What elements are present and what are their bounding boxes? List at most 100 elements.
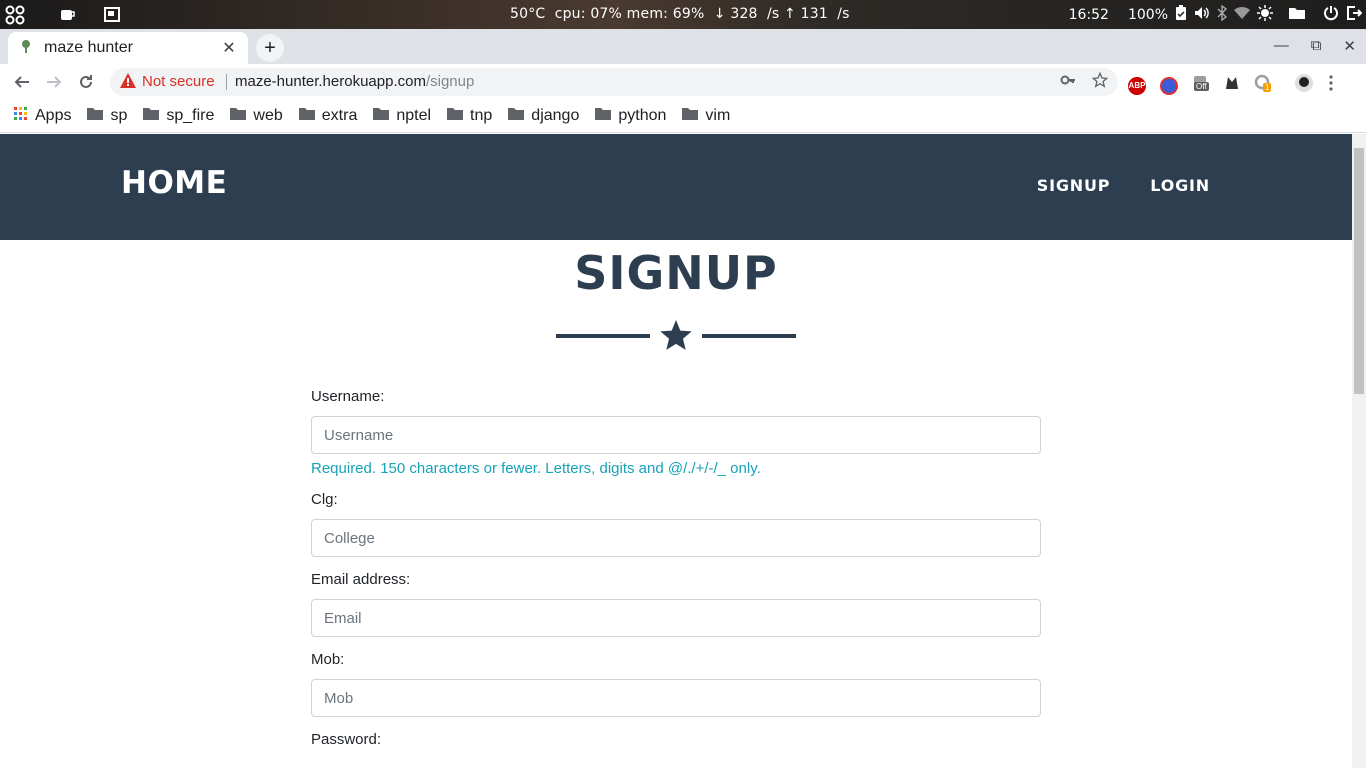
star-divider: [556, 320, 796, 350]
bookmark-folder-vim[interactable]: vim: [682, 107, 730, 125]
power-icon[interactable]: [1323, 5, 1339, 25]
system-stats: 50°C cpu: 07% mem: 69% ↓ 328 /s ↑ 131 /s: [510, 6, 850, 22]
extensions-area: ABP Off 1: [1128, 73, 1334, 98]
screen-window-icon[interactable]: [104, 7, 120, 26]
back-button[interactable]: [10, 70, 34, 94]
username-help-text: Required. 150 characters or fewer. Lette…: [311, 460, 761, 477]
browser-tabstrip: maze hunter ✕ + — ⧉ ✕: [0, 29, 1366, 64]
signup-form: Username: Required. 150 characters or fe…: [311, 388, 1041, 762]
profile-avatar-icon[interactable]: [1294, 73, 1314, 98]
bookmark-label: nptel: [396, 107, 432, 124]
page-title: SIGNUP: [574, 246, 778, 300]
bookmark-label: sp: [110, 107, 128, 124]
battery-icon[interactable]: [1175, 5, 1187, 25]
folder-icon: [682, 107, 699, 125]
url-text[interactable]: maze-hunter.herokuapp.com/signup: [235, 73, 474, 90]
home-brand-link[interactable]: HOME: [121, 165, 227, 201]
address-bar[interactable]: Not secure maze-hunter.herokuapp.com/sig…: [110, 68, 1118, 96]
site-navbar: HOME SIGNUP LOGIN: [0, 134, 1352, 240]
mobile-label: Mob:: [311, 651, 345, 668]
bookmark-apps[interactable]: Apps: [14, 106, 72, 126]
bookmark-label: tnp: [470, 107, 493, 124]
mobile-input[interactable]: [311, 679, 1041, 717]
search-extension-icon[interactable]: 1: [1254, 74, 1272, 97]
tab-title: maze hunter: [44, 39, 133, 56]
arrow-left-icon: [14, 76, 29, 88]
college-input[interactable]: [311, 519, 1041, 557]
college-label: Clg:: [311, 491, 338, 508]
omnibox-actions: [1060, 71, 1109, 93]
bookmark-folder-sp-fire[interactable]: sp_fire: [143, 107, 214, 125]
email-input[interactable]: [311, 599, 1041, 637]
folder-icon: [143, 107, 160, 125]
email-field-group: Email address:: [311, 571, 1041, 637]
bookmark-label: sp_fire: [166, 107, 215, 124]
extension-counter-badge: 1: [1263, 83, 1272, 92]
divider-line-left: [556, 334, 650, 338]
bookmark-folder-python[interactable]: python: [595, 107, 666, 125]
logout-icon[interactable]: [1346, 5, 1363, 25]
nav-login-link[interactable]: LOGIN: [1150, 176, 1210, 195]
adblock-plus-icon[interactable]: ABP: [1128, 76, 1146, 95]
wifi-icon[interactable]: [1234, 6, 1250, 24]
battery-level: 100%: [1127, 7, 1168, 23]
menu-kebab-icon[interactable]: [1328, 75, 1334, 96]
url-path: /signup: [425, 73, 475, 90]
bookmark-folder-tnp[interactable]: tnp: [447, 107, 492, 125]
tab-close-icon[interactable]: ✕: [220, 38, 238, 58]
omnibox-separator: [226, 74, 227, 90]
app-grid-icon[interactable]: [4, 4, 26, 29]
password-label: Password:: [311, 731, 382, 748]
nav-signup-link[interactable]: SIGNUP: [1037, 176, 1111, 195]
url-host: maze-hunter.herokuapp.com: [235, 73, 426, 90]
folder-icon: [373, 107, 390, 125]
fox-extension-icon[interactable]: [1224, 75, 1240, 96]
site-favicon-icon: [18, 38, 34, 59]
blocker-extension-icon[interactable]: [1160, 76, 1178, 95]
reload-button[interactable]: [74, 70, 98, 94]
folder-icon: [298, 107, 315, 125]
apps-grid-icon: [14, 106, 28, 126]
email-label: Email address:: [311, 571, 411, 588]
files-folder-icon[interactable]: [1288, 6, 1306, 24]
bluetooth-icon[interactable]: [1217, 4, 1228, 25]
minimize-window-button[interactable]: —: [1274, 37, 1289, 55]
new-tab-button[interactable]: +: [256, 34, 284, 62]
username-input[interactable]: [311, 416, 1041, 454]
bookmark-folder-extra[interactable]: extra: [298, 107, 358, 125]
security-status-label[interactable]: Not secure: [142, 73, 215, 90]
username-field-group: Username: Required. 150 characters or fe…: [311, 388, 1041, 477]
bookmark-folder-django[interactable]: django: [508, 107, 579, 125]
brightness-icon[interactable]: [1257, 5, 1273, 25]
coffee-cup-icon[interactable]: [60, 8, 76, 25]
coffee-off-extension-icon[interactable]: Off: [1192, 74, 1210, 97]
browser-tab[interactable]: maze hunter ✕: [8, 32, 248, 64]
bookmark-label: Apps: [35, 107, 72, 124]
key-icon[interactable]: [1060, 72, 1076, 93]
window-controls: — ⧉ ✕: [1274, 37, 1356, 55]
browser-toolbar: Not secure maze-hunter.herokuapp.com/sig…: [0, 64, 1366, 100]
bookmark-folder-web[interactable]: web: [230, 107, 283, 125]
forward-button[interactable]: [42, 70, 66, 94]
folder-icon: [230, 107, 247, 125]
bookmark-label: django: [531, 107, 580, 124]
bookmark-label: python: [618, 107, 667, 124]
restore-window-button[interactable]: ⧉: [1311, 37, 1322, 55]
close-window-button[interactable]: ✕: [1343, 37, 1356, 55]
off-badge: Off: [1194, 82, 1209, 91]
folder-icon: [508, 107, 525, 125]
warning-triangle-icon[interactable]: [120, 73, 136, 93]
clock[interactable]: 16:52: [1069, 7, 1109, 23]
os-launchers: [4, 4, 120, 29]
bookmark-folder-nptel[interactable]: nptel: [373, 107, 431, 125]
volume-icon[interactable]: [1194, 6, 1210, 24]
scrollbar-thumb[interactable]: [1354, 148, 1364, 394]
folder-icon: [447, 107, 464, 125]
folder-icon: [87, 107, 104, 125]
arrow-right-icon: [47, 76, 62, 88]
password-field-group: Password:: [311, 731, 1041, 748]
bookmark-folder-sp[interactable]: sp: [87, 107, 127, 125]
bookmark-star-icon[interactable]: [1091, 71, 1109, 93]
bookmark-label: extra: [321, 107, 358, 124]
college-field-group: Clg:: [311, 491, 1041, 557]
